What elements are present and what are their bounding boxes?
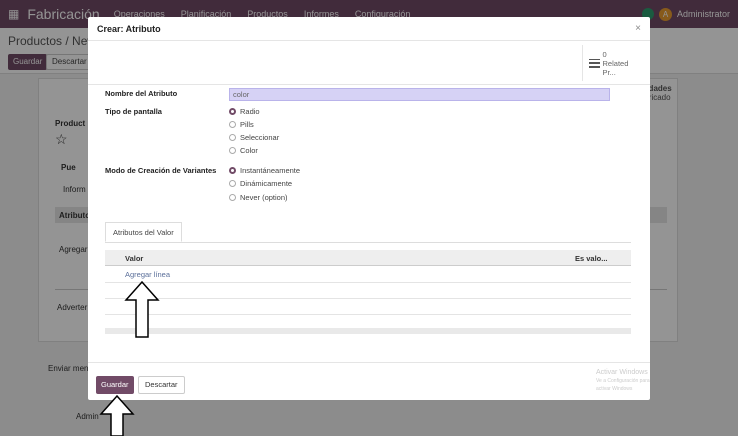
display-radio-color[interactable]: Color bbox=[229, 146, 258, 155]
up-arrow-annotation-icon bbox=[99, 394, 135, 436]
radio-icon[interactable] bbox=[229, 121, 236, 128]
radio-label: Never (option) bbox=[240, 193, 288, 202]
add-line-link[interactable]: Agregar línea bbox=[125, 270, 170, 279]
modal-title: Crear: Atributo bbox=[97, 23, 161, 34]
attribute-name-label: Nombre del Atributo bbox=[105, 89, 178, 98]
radio-label: Pills bbox=[240, 120, 254, 129]
table-row-divider bbox=[105, 314, 631, 315]
display-radio-pills[interactable]: Pills bbox=[229, 120, 254, 129]
radio-icon[interactable] bbox=[229, 180, 236, 187]
create-attribute-dialog: Crear: Atributo × 0 Related Pr... Nombre… bbox=[88, 17, 650, 400]
related-products-button[interactable]: 0 Related Pr... bbox=[582, 45, 642, 81]
table-row-divider bbox=[105, 298, 631, 299]
display-radio-select[interactable]: Seleccionar bbox=[229, 133, 279, 142]
values-table-footer bbox=[105, 328, 631, 334]
radio-label: Color bbox=[240, 146, 258, 155]
close-icon[interactable]: × bbox=[635, 23, 641, 34]
radio-icon[interactable] bbox=[229, 147, 236, 154]
watermark-title: Activar Windows bbox=[596, 369, 648, 376]
button-box: 0 Related Pr... bbox=[88, 41, 650, 85]
radio-checked-icon[interactable] bbox=[229, 167, 236, 174]
discard-button[interactable]: Descartar bbox=[138, 376, 185, 394]
modal-footer: Guardar Descartar Activar Windows Ve a C… bbox=[88, 362, 650, 400]
display-type-label: Tipo de pantalla bbox=[105, 107, 162, 116]
related-products-label: Related Pr... bbox=[602, 58, 629, 77]
radio-checked-icon[interactable] bbox=[229, 108, 236, 115]
display-radio-radio[interactable]: Radio bbox=[229, 107, 260, 116]
table-row-divider bbox=[105, 282, 631, 283]
radio-icon[interactable] bbox=[229, 194, 236, 201]
values-table-header: Valor Es valo... bbox=[105, 250, 631, 266]
attribute-name-input[interactable]: color bbox=[229, 88, 610, 101]
watermark-subtitle: Ve a Configuración para activar Windows bbox=[596, 378, 650, 392]
radio-label: Dinámicamente bbox=[240, 179, 293, 188]
variant-mode-label: Modo de Creación de Variantes bbox=[105, 166, 217, 175]
related-products-count: 0 bbox=[602, 49, 607, 59]
radio-label: Seleccionar bbox=[240, 133, 280, 142]
windows-activation-watermark: Activar Windows Ve a Configuración para … bbox=[596, 369, 650, 393]
list-icon bbox=[589, 58, 600, 68]
column-value[interactable]: Valor bbox=[125, 254, 143, 263]
modal-header: Crear: Atributo × bbox=[88, 17, 650, 41]
radio-label: Instantáneamente bbox=[240, 166, 301, 175]
variant-radio-instant[interactable]: Instantáneamente bbox=[229, 166, 300, 175]
tab-attribute-values[interactable]: Atributos del Valor bbox=[105, 222, 182, 242]
radio-label: Radio bbox=[240, 107, 260, 116]
up-arrow-annotation-icon bbox=[124, 280, 160, 338]
tab-divider bbox=[105, 242, 631, 243]
variant-radio-never[interactable]: Never (option) bbox=[229, 193, 288, 202]
column-is-default[interactable]: Es valo... bbox=[575, 254, 608, 263]
variant-radio-dynamic[interactable]: Dinámicamente bbox=[229, 179, 292, 188]
radio-icon[interactable] bbox=[229, 134, 236, 141]
save-button[interactable]: Guardar bbox=[96, 376, 134, 394]
